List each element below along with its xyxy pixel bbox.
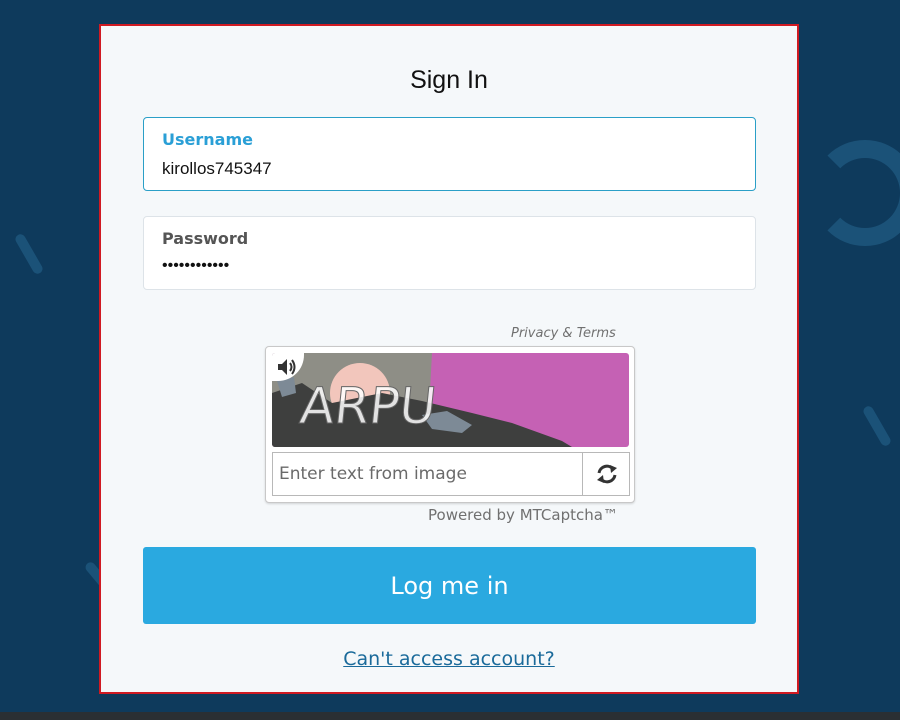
powered-by-text: Powered by MTCaptcha™ xyxy=(428,506,618,524)
login-card: Sign In Username Password •••••••••••• P… xyxy=(99,24,799,694)
speaker-icon xyxy=(278,359,296,375)
captcha-image: ARPU xyxy=(272,353,629,447)
username-label: Username xyxy=(162,130,253,149)
captcha-text: ARPU xyxy=(297,376,439,435)
password-input[interactable]: •••••••••••• xyxy=(162,257,737,275)
password-field[interactable]: Password •••••••••••• xyxy=(143,216,756,290)
decorative-stroke xyxy=(861,404,893,448)
decorative-stroke xyxy=(13,232,45,276)
username-input[interactable] xyxy=(162,159,737,179)
captcha-widget: ARPU xyxy=(265,346,635,503)
login-button[interactable]: Log me in xyxy=(143,547,756,624)
page-title: Sign In xyxy=(410,66,488,94)
refresh-captcha-button[interactable] xyxy=(582,453,630,495)
captcha-input-wrapper xyxy=(272,452,630,496)
decorative-ring xyxy=(812,140,900,246)
password-label: Password xyxy=(162,229,249,248)
bottom-bar xyxy=(0,712,900,720)
refresh-icon xyxy=(596,464,617,484)
privacy-terms-link[interactable]: Privacy & Terms xyxy=(511,326,616,341)
cant-access-account-link[interactable]: Can't access account? xyxy=(101,648,797,670)
username-field[interactable]: Username xyxy=(143,117,756,191)
captcha-input[interactable] xyxy=(279,453,575,495)
